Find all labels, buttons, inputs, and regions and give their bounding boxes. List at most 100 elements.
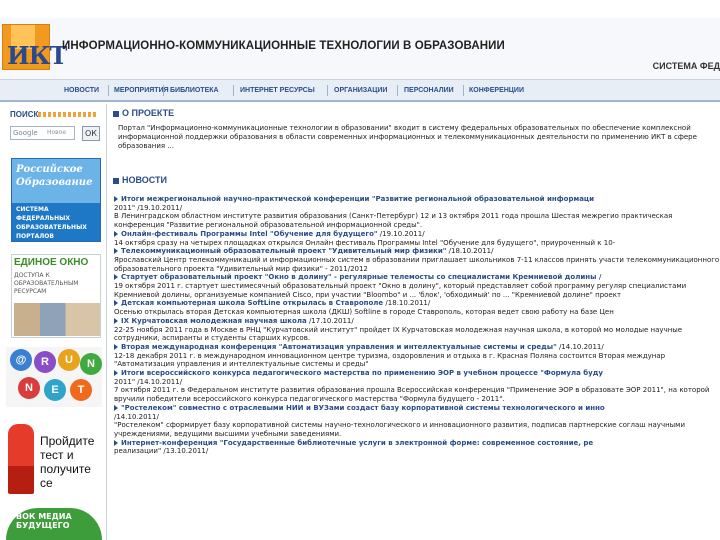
banner-russian-education[interactable]: Российское Образование СИСТЕМА ФЕДЕРАЛЬН…	[11, 158, 101, 242]
news-title-link[interactable]: Интернет-конференция "Государственные би…	[121, 439, 593, 447]
arrow-right-icon	[114, 317, 118, 324]
nav-item-library[interactable]: БИБЛИОТЕКА	[170, 87, 219, 94]
search-title: ПОИСК	[10, 110, 39, 119]
news-title-link[interactable]: Онлайн-фестиваль Программы Intel "Обучен…	[121, 230, 378, 238]
banner-caption: СИСТЕМА ФЕДЕРАЛЬНЫХ ОБРАЗОВАТЕЛЬНЫХ ПОРТ…	[16, 206, 87, 240]
news-description: 12-18 декабря 2011 г. в международном ин…	[114, 351, 666, 369]
runnet-letter-ball: T	[70, 379, 92, 401]
section-bullet-icon	[113, 111, 119, 117]
banner-text-line: се	[40, 476, 53, 490]
news-description: Ярославский Центр телекоммуникаций и инф…	[114, 255, 720, 273]
system-label[interactable]: СИСТЕМА ФЕД	[653, 61, 720, 71]
dotted-divider	[38, 112, 98, 117]
runnet-letter-ball: @	[10, 349, 32, 371]
nav-separator	[163, 85, 164, 96]
banner-single-window[interactable]: ЕДИНОЕ ОКНО ДОСТУПА К ОБРАЗОВАТЕЛЬНЫМ РЕ…	[11, 254, 101, 338]
news-description: 7 октября 2011 г. в Федеральном институт…	[114, 386, 710, 404]
news-title-link[interactable]: Вторая международная конференция "Автома…	[121, 343, 557, 351]
runnet-letter-ball: N	[80, 353, 102, 375]
news-date: 2011" /19.10.2011/	[114, 203, 183, 212]
nav-separator	[108, 85, 109, 96]
news-date: /18.10.2011/	[448, 247, 494, 256]
search-ok-button[interactable]: ОК	[82, 126, 100, 141]
arrow-right-icon	[114, 300, 118, 307]
arrow-right-icon	[114, 439, 118, 446]
news-date: /18.10.2011/	[385, 299, 431, 308]
top-strip	[0, 0, 720, 18]
nav-item-personalities[interactable]: ПЕРСОНАЛИИ	[404, 87, 454, 94]
about-heading: О ПРОЕКТЕ	[122, 108, 175, 118]
banner-title-line: Образование	[16, 177, 93, 188]
news-title-link[interactable]: Стартует образовательный проект "Окно в …	[121, 273, 601, 281]
nav-separator	[397, 85, 398, 96]
news-item: Итоги всероссийского конкурса педагогиче…	[114, 369, 720, 404]
google-logo: Google	[13, 129, 38, 137]
news-date: /17.10.2011/	[308, 316, 354, 325]
banner-text-line: Пройдите	[40, 434, 95, 448]
news-item: Интернет-конференция "Государственные би…	[114, 439, 720, 456]
news-description: реализации" /13.10.2011/	[114, 447, 209, 456]
banner-text: Пройдите тест и получите се	[40, 434, 94, 490]
news-item: Детская компьютерная школа SoftLine откр…	[114, 299, 720, 316]
banner-take-test[interactable]: Пройдите тест и получите се	[6, 420, 102, 500]
arrow-right-icon	[114, 248, 118, 255]
news-date: /14.10.2011/	[114, 412, 159, 421]
news-item: Вторая международная конференция "Автома…	[114, 343, 720, 369]
person-figure-icon	[8, 424, 34, 494]
news-title-link[interactable]: "Ростелеком" совместно с отраслевыми НИИ…	[121, 404, 605, 412]
banner-title-line: Российское	[16, 164, 83, 175]
runnet-letter-ball: R	[34, 351, 56, 373]
news-item: Итоги межрегиональной научно-практическо…	[114, 195, 720, 230]
news-list: Итоги межрегиональной научно-практическо…	[114, 195, 720, 456]
banner-text-line: тест и	[40, 448, 74, 462]
banner-caption: ДОСТУПА К ОБРАЗОВАТЕЛЬНЫМ РЕСУРСАМ	[14, 272, 79, 295]
arrow-right-icon	[114, 343, 118, 350]
nav-item-events[interactable]: МЕРОПРИЯТИЯ	[114, 87, 169, 94]
nav-item-conferences[interactable]: КОНФЕРЕНЦИИ	[469, 87, 524, 94]
nav-item-news[interactable]: НОВОСТИ	[64, 87, 99, 94]
news-description: 22-25 ноября 2011 года в Москве в РНЦ "К…	[114, 325, 683, 343]
news-title-link[interactable]: Итоги всероссийского конкурса педагогиче…	[121, 369, 603, 377]
nav-separator	[233, 85, 234, 96]
news-title-link[interactable]: Итоги межрегиональной научно-практическо…	[121, 195, 594, 203]
banner-text-line: получите	[40, 462, 91, 476]
news-title-link[interactable]: IX Курчатовская молодежная научная школа	[121, 317, 307, 325]
section-bullet-icon	[113, 178, 119, 184]
news-description: Осенью открылась вторая Детская компьюте…	[114, 308, 614, 317]
arrow-right-icon	[114, 274, 118, 281]
arrow-right-icon	[114, 196, 118, 202]
arrow-right-icon	[114, 404, 118, 411]
banner-title: ЕДИНОЕ ОКНО	[14, 257, 89, 268]
news-date: /14.10.2011/	[558, 342, 604, 351]
nav-separator	[463, 85, 464, 96]
nav-separator	[327, 85, 328, 96]
arrow-right-icon	[114, 370, 118, 377]
news-description: В Ленинградском областном институте разв…	[114, 212, 673, 230]
news-description: 19 октября 2011 г. стартует шестимесячны…	[114, 282, 687, 299]
news-title-link[interactable]: Детская компьютерная школа SoftLine откр…	[121, 299, 383, 307]
logo-text: ИКТ	[7, 41, 67, 70]
news-date: 2011" /14.10.2011/	[114, 377, 183, 386]
banner-people-image	[14, 303, 100, 336]
banner-text: ВОК МЕДИА БУДУЩЕГО	[16, 512, 72, 530]
news-title-link[interactable]: Телекоммуникационный образовательный про…	[121, 247, 446, 255]
runnet-letter-ball: N	[18, 377, 40, 399]
site-logo[interactable]: ИКТ	[2, 24, 67, 70]
nav-item-organizations[interactable]: ОРГАНИЗАЦИИ	[334, 87, 387, 94]
news-description: "Ростелеком" сформирует базу корпоративн…	[114, 421, 686, 438]
news-item: Телекоммуникационный образовательный про…	[114, 247, 720, 273]
about-text: Портал "Информационно-коммуникационные т…	[118, 124, 697, 150]
news-item: "Ростелеком" совместно с отраслевыми НИИ…	[114, 404, 720, 439]
news-description: 14 октября сразу на четырех площадках от…	[114, 238, 616, 247]
runnet-letter-ball: E	[44, 379, 66, 401]
nav-item-internet-resources[interactable]: ИНТЕРНЕТ РЕСУРСЫ	[240, 87, 315, 94]
banner-runnet[interactable]: @ R U N N E T	[6, 347, 102, 407]
search-placeholder: Новое	[47, 129, 67, 136]
banner-media-future[interactable]: ВОК МЕДИА БУДУЩЕГО	[6, 508, 102, 540]
runnet-letter-ball: U	[58, 349, 80, 371]
news-heading: НОВОСТИ	[122, 175, 168, 185]
main-nav: НОВОСТИ МЕРОПРИЯТИЯ БИБЛИОТЕКА ИНТЕРНЕТ …	[0, 80, 720, 102]
news-date: /19.10.2011/	[379, 229, 425, 238]
news-item: Онлайн-фестиваль Программы Intel "Обучен…	[114, 230, 720, 247]
site-title: ИНФОРМАЦИОННО-КОММУНИКАЦИОННЫЕ ТЕХНОЛОГИ…	[62, 40, 505, 52]
